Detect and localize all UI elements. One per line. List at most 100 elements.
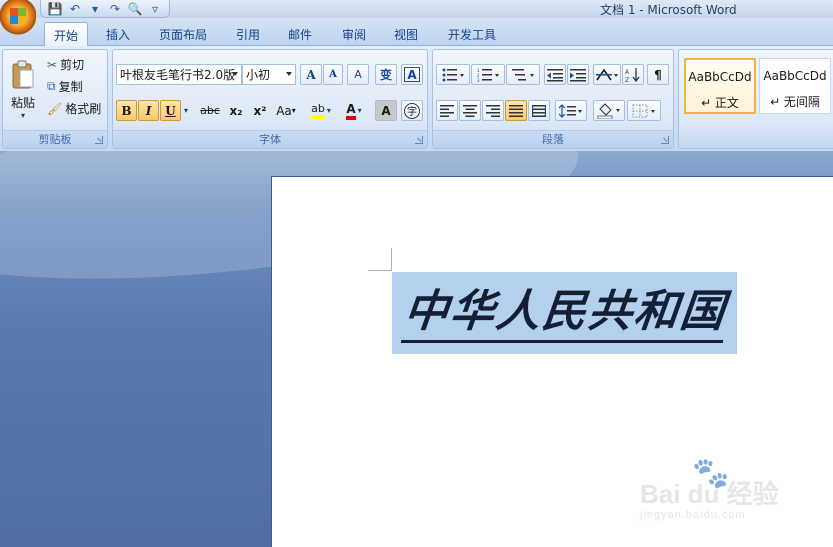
borders-button[interactable] bbox=[627, 100, 661, 121]
increase-indent-icon bbox=[570, 68, 586, 81]
undo-icon[interactable]: ↶ bbox=[67, 2, 83, 16]
tab-page-layout[interactable]: 页面布局 bbox=[152, 23, 214, 46]
save-icon[interactable]: 💾 bbox=[47, 2, 63, 16]
align-center-icon bbox=[463, 104, 477, 117]
font-launcher-icon[interactable] bbox=[415, 136, 423, 144]
increase-indent-button[interactable] bbox=[567, 64, 589, 85]
chinese-layout-button[interactable] bbox=[593, 64, 621, 85]
superscript-icon: x² bbox=[253, 103, 267, 118]
title-bar: 💾 ↶ ▾ ↷ 🔍 ▿ 文档 1 - Microsoft Word bbox=[0, 0, 833, 18]
print-preview-icon[interactable]: 🔍 bbox=[127, 2, 143, 16]
chinese-layout-icon bbox=[596, 68, 618, 80]
tab-mailings[interactable]: 邮件 bbox=[280, 23, 320, 46]
cut-label: 剪切 bbox=[60, 58, 85, 72]
justify-button[interactable] bbox=[505, 100, 527, 121]
numbering-button[interactable]: 1 2 3 bbox=[471, 64, 505, 85]
pilcrow-icon: ¶ bbox=[654, 67, 662, 82]
subscript-button[interactable]: x₂ bbox=[225, 100, 247, 121]
font-size-dropdown[interactable]: 小初 bbox=[242, 64, 296, 85]
undo-dropdown-icon[interactable]: ▾ bbox=[87, 2, 103, 16]
phonetic-guide-icon: 变 bbox=[379, 68, 392, 82]
copy-icon: ⧉ bbox=[47, 79, 56, 93]
watermark-main-text: Bai du 经验 bbox=[640, 479, 779, 509]
grow-font-icon: A bbox=[306, 67, 316, 82]
paragraph-group: 1 2 3 A Z ¶ 段落 bbox=[432, 49, 674, 149]
align-left-button[interactable] bbox=[436, 100, 458, 121]
selected-text-block[interactable]: 中华人民共和国 bbox=[392, 272, 737, 354]
styles-group: AaBbCcDd ↵ 正文 AaBbCcDd ↵ 无间隔 bbox=[678, 49, 833, 149]
enclose-characters-button[interactable]: 字 bbox=[401, 100, 423, 121]
line-spacing-button[interactable] bbox=[555, 100, 587, 121]
font-name-dropdown[interactable]: 叶根友毛笔行书2.0版 bbox=[116, 64, 242, 85]
svg-text:A: A bbox=[625, 69, 630, 76]
ribbon-tab-row: 开始 插入 页面布局 引用 邮件 审阅 视图 开发工具 bbox=[0, 18, 833, 47]
bullets-icon bbox=[442, 68, 464, 81]
shrink-font-icon: A bbox=[329, 69, 337, 80]
decrease-indent-button[interactable] bbox=[544, 64, 566, 85]
clear-formatting-button[interactable]: A bbox=[347, 64, 369, 85]
copy-label: 复制 bbox=[58, 80, 83, 94]
font-name-value: 叶根友毛笔行书2.0版 bbox=[120, 68, 236, 82]
bold-icon: B bbox=[121, 103, 132, 118]
phonetic-guide-button[interactable]: 变 bbox=[375, 64, 397, 85]
sort-button[interactable]: AZ bbox=[622, 64, 644, 85]
tab-insert[interactable]: 插入 bbox=[98, 23, 138, 46]
italic-button[interactable]: I bbox=[138, 100, 159, 121]
document-text[interactable]: 中华人民共和国 bbox=[400, 283, 729, 343]
margin-marker-vertical bbox=[391, 248, 392, 271]
change-case-button[interactable]: Aa ▾ bbox=[273, 100, 299, 121]
strikethrough-icon: abc bbox=[200, 104, 220, 117]
sort-icon: AZ bbox=[625, 67, 640, 83]
character-border-button[interactable]: A bbox=[401, 64, 423, 85]
align-center-button[interactable] bbox=[459, 100, 481, 121]
text-highlight-button[interactable]: ab ▾ bbox=[305, 100, 337, 121]
window-title: 文档 1 - Microsoft Word bbox=[600, 3, 737, 17]
align-right-button[interactable] bbox=[482, 100, 504, 121]
paste-button[interactable]: 粘贴 ▾ bbox=[5, 52, 41, 128]
tab-references[interactable]: 引用 bbox=[228, 23, 268, 46]
strikethrough-button[interactable]: abc bbox=[197, 100, 223, 121]
align-left-icon bbox=[440, 104, 454, 117]
font-size-value: 小初 bbox=[246, 68, 271, 82]
clipboard-launcher-icon[interactable] bbox=[95, 136, 103, 144]
cut-button[interactable]: ✂ 剪切 bbox=[47, 56, 84, 73]
format-painter-button[interactable]: 🖌 格式刷 bbox=[47, 100, 101, 117]
style-no-spacing-name: ↵ 无间隔 bbox=[770, 95, 820, 109]
shading-button[interactable] bbox=[593, 100, 625, 121]
tab-review[interactable]: 审阅 bbox=[334, 23, 374, 46]
show-formatting-marks-button[interactable]: ¶ bbox=[647, 64, 669, 85]
multilevel-list-button[interactable] bbox=[506, 64, 540, 85]
bullets-button[interactable] bbox=[436, 64, 470, 85]
tab-view[interactable]: 视图 bbox=[386, 23, 426, 46]
style-no-spacing-sample: AaBbCcDd bbox=[763, 69, 827, 83]
chevron-down-icon bbox=[232, 72, 238, 76]
redo-icon[interactable]: ↷ bbox=[107, 2, 123, 16]
bold-button[interactable]: B bbox=[116, 100, 137, 121]
paste-label: 粘贴 bbox=[10, 96, 35, 110]
tab-home[interactable]: 开始 bbox=[44, 22, 88, 47]
font-group: 叶根友毛笔行书2.0版 小初 A A A 变 A B I U ▾ abc x₂ … bbox=[112, 49, 428, 149]
format-painter-label: 格式刷 bbox=[65, 102, 102, 116]
style-no-spacing[interactable]: AaBbCcDd ↵ 无间隔 bbox=[759, 58, 831, 114]
underline-dropdown-icon[interactable]: ▾ bbox=[181, 100, 191, 121]
copy-button[interactable]: ⧉ 复制 bbox=[47, 78, 83, 95]
tab-developer[interactable]: 开发工具 bbox=[440, 23, 504, 46]
shrink-font-button[interactable]: A bbox=[323, 64, 343, 85]
highlighter-icon: ab bbox=[311, 102, 325, 119]
chevron-down-icon bbox=[286, 72, 292, 76]
underline-button[interactable]: U bbox=[160, 100, 181, 121]
paragraph-launcher-icon[interactable] bbox=[661, 136, 669, 144]
customize-qat-icon[interactable]: ▿ bbox=[147, 2, 163, 16]
font-color-button[interactable]: A ▾ bbox=[339, 100, 369, 121]
character-shading-button[interactable]: A bbox=[375, 100, 397, 121]
distributed-button[interactable] bbox=[528, 100, 550, 121]
superscript-button[interactable]: x² bbox=[249, 100, 271, 121]
enclose-characters-icon: 字 bbox=[404, 102, 420, 119]
office-logo-icon bbox=[10, 8, 26, 24]
style-normal[interactable]: AaBbCcDd ↵ 正文 bbox=[684, 58, 756, 114]
quick-access-toolbar: 💾 ↶ ▾ ↷ 🔍 ▿ bbox=[40, 0, 170, 18]
grow-font-button[interactable]: A bbox=[300, 64, 322, 85]
underline-icon: U bbox=[165, 103, 176, 118]
watermark-url-text: jingyan.baidu.com bbox=[640, 509, 746, 521]
svg-text:3: 3 bbox=[477, 78, 480, 82]
